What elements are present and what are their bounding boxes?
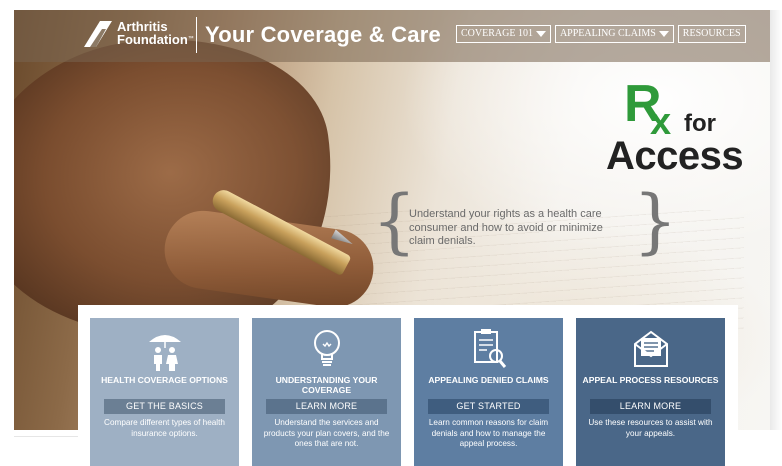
card-title: HEALTH COVERAGE OPTIONS: [101, 375, 228, 385]
header-divider: [196, 17, 197, 53]
nav-coverage-101[interactable]: COVERAGE 101: [456, 25, 551, 43]
learn-more-button[interactable]: LEARN MORE: [590, 399, 711, 414]
nav-coverage-101-label: COVERAGE 101: [461, 28, 533, 39]
logo-text[interactable]: Arthritis Foundation™: [117, 20, 194, 46]
footer-divider: [14, 436, 78, 437]
envelope-letter-icon: [633, 330, 668, 367]
family-umbrella-icon: [148, 335, 181, 371]
nav-appealing-claims-label: APPEALING CLAIMS: [559, 28, 656, 39]
card-description: Understand the services and products you…: [263, 418, 390, 448]
learn-more-button[interactable]: LEARN MORE: [266, 399, 387, 414]
caret-down-icon: [535, 31, 546, 37]
card-appealing-denied-claims[interactable]: APPEALING DENIED CLAIMS GET STARTED Lear…: [414, 318, 563, 466]
lightbulb-icon: [313, 330, 340, 366]
logo-line-2: Foundation™: [117, 32, 194, 47]
page-edge: [770, 10, 782, 430]
card-understanding-your-coverage[interactable]: UNDERSTANDING YOUR COVERAGE LEARN MORE U…: [252, 318, 401, 466]
get-the-basics-button[interactable]: GET THE BASICS: [104, 399, 225, 414]
card-description: Use these resources to assist with your …: [588, 418, 713, 438]
card-title: APPEALING DENIED CLAIMS: [428, 375, 549, 385]
arthritis-foundation-logo-icon[interactable]: [82, 19, 114, 49]
caret-down-icon: [658, 31, 669, 37]
main-nav: COVERAGE 101 APPEALING CLAIMS RESOURCES: [456, 25, 746, 43]
card-health-coverage-options[interactable]: HEALTH COVERAGE OPTIONS GET THE BASICS C…: [90, 318, 239, 466]
get-started-button[interactable]: GET STARTED: [428, 399, 549, 414]
clipboard-magnifier-icon: [473, 329, 506, 368]
nav-appealing-claims[interactable]: APPEALING CLAIMS: [554, 25, 674, 43]
hero-tagline: Understand your rights as a health care …: [409, 208, 603, 247]
right-brace-icon: }: [633, 180, 678, 262]
nav-resources[interactable]: RESOURCES: [677, 25, 746, 43]
card-title: APPEAL PROCESS RESOURCES: [582, 375, 719, 385]
rx-access: Access: [606, 134, 744, 178]
card-description: Compare different types of health insura…: [104, 418, 225, 438]
site-title[interactable]: Your Coverage & Care: [205, 22, 441, 48]
card-description: Learn common reasons for claim denials a…: [428, 418, 549, 448]
nav-resources-label: RESOURCES: [682, 28, 741, 39]
card-appeal-process-resources[interactable]: APPEAL PROCESS RESOURCES LEARN MORE Use …: [576, 318, 725, 466]
card-title: UNDERSTANDING YOUR COVERAGE: [275, 375, 378, 395]
